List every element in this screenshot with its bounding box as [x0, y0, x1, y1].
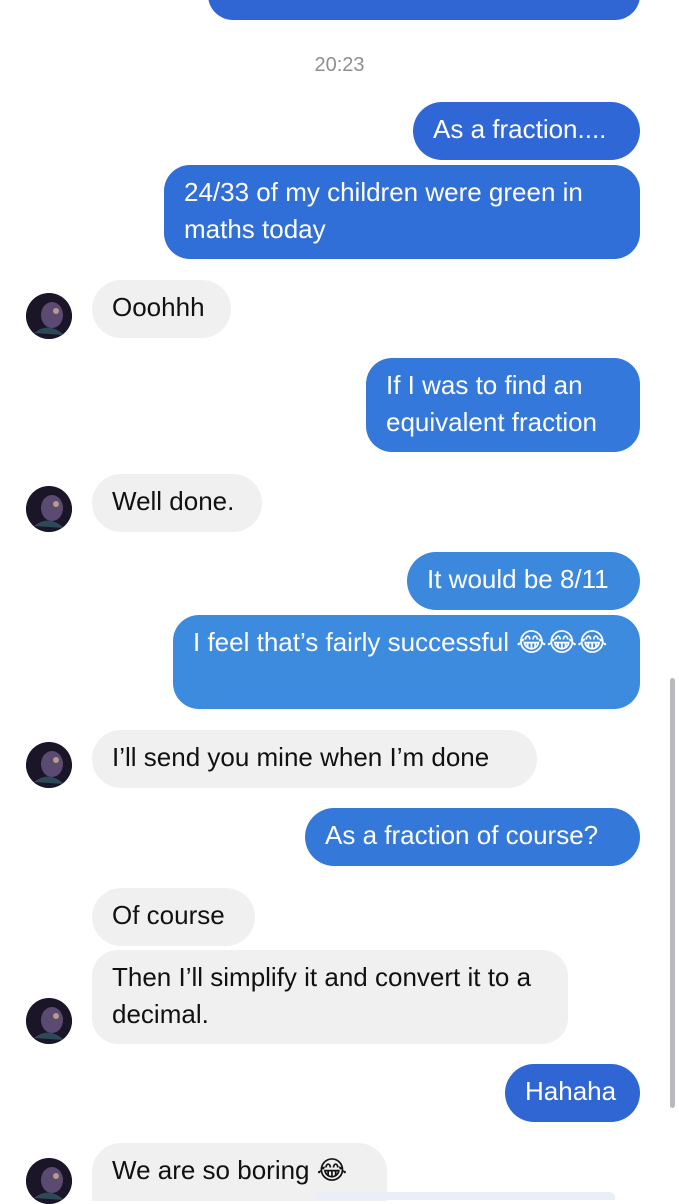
message-bubble-outgoing[interactable]: It would be 8/11 — [407, 552, 640, 610]
message-bubble-incoming[interactable]: Of course — [92, 888, 255, 946]
message-bubble-incoming[interactable]: Then I’ll simplify it and convert it to … — [92, 950, 568, 1044]
avatar-image-icon — [26, 742, 72, 788]
message-bubble-incoming[interactable]: Ooohhh — [92, 280, 231, 338]
contact-avatar[interactable] — [26, 486, 72, 532]
message-bubble-outgoing[interactable]: If I was to find an equivalent fraction — [366, 358, 640, 452]
timestamp: 20:23 — [314, 54, 365, 76]
avatar-image-icon — [26, 293, 72, 339]
contact-avatar[interactable] — [26, 293, 72, 339]
message-bubble-outgoing[interactable]: I feel that’s fairly successful 😂😂😂 — [173, 615, 640, 709]
bottom-partial-bubble — [315, 1192, 615, 1200]
scrollbar[interactable] — [670, 678, 675, 1108]
avatar-image-icon — [26, 1158, 72, 1204]
contact-avatar[interactable] — [26, 1158, 72, 1204]
avatar-image-icon — [26, 998, 72, 1044]
message-bubble-partial[interactable] — [208, 0, 640, 20]
message-bubble-outgoing[interactable]: As a fraction of course? — [305, 808, 640, 866]
message-bubble-outgoing[interactable]: As a fraction.... — [413, 102, 640, 160]
message-bubble-outgoing[interactable]: 24/33 of my children were green in maths… — [164, 165, 640, 259]
message-bubble-incoming[interactable]: Well done. — [92, 474, 262, 532]
avatar-image-icon — [26, 486, 72, 532]
message-thread: 20:23 As a fraction.... 24/33 of my chil… — [0, 0, 679, 1204]
message-bubble-outgoing[interactable]: Hahaha — [505, 1064, 640, 1122]
message-bubble-incoming[interactable]: I’ll send you mine when I’m done — [92, 730, 537, 788]
contact-avatar[interactable] — [26, 742, 72, 788]
contact-avatar[interactable] — [26, 998, 72, 1044]
